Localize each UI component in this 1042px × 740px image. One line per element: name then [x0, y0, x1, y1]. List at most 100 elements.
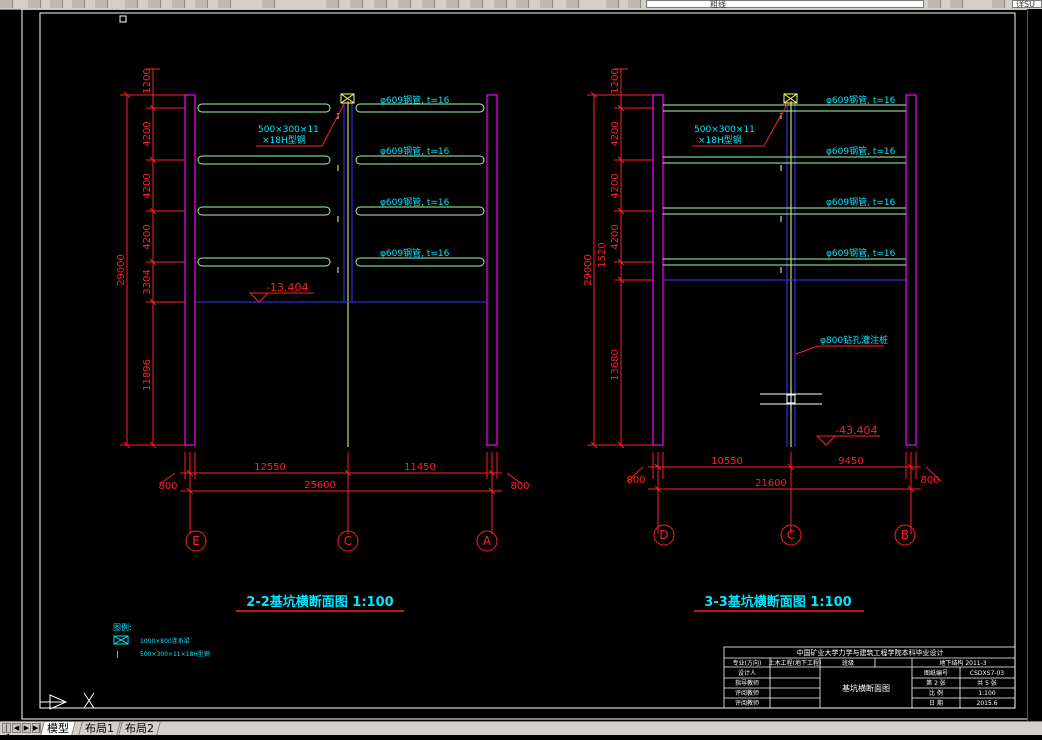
- tool-matchprop-icon[interactable]: [195, 0, 208, 8]
- strut: [197, 155, 331, 165]
- cursor-crosshair: [760, 387, 822, 411]
- tool-save-icon[interactable]: [50, 0, 63, 8]
- axis-label: A: [483, 534, 492, 548]
- layout-tabs: |◀ ◀ ▶ ▶| 模型 布局1 布局2: [0, 721, 1042, 740]
- tab-model-label: 模型: [47, 722, 69, 735]
- strut-label: φ609钢管, t=16: [826, 145, 896, 157]
- strut-label: φ609钢管, t=16: [826, 247, 896, 259]
- dim-total-height: 29000: [116, 254, 127, 286]
- tool-layer-manager-icon[interactable]: [606, 0, 619, 8]
- tool-markup-icon[interactable]: [516, 0, 529, 8]
- tb-v2: 共 5 张: [977, 679, 997, 687]
- dim-level: 4200: [610, 224, 621, 249]
- tool-redo-icon[interactable]: [262, 0, 275, 8]
- h-beam-icon: I: [116, 650, 119, 661]
- struts-left: [197, 103, 485, 267]
- beam-label-line1: 500×300×11: [694, 125, 755, 135]
- section-2-2: φ609钢管, t=16 φ609钢管, t=16 φ609钢管, t=16 φ…: [116, 68, 530, 612]
- strut: [355, 257, 485, 267]
- tb-v4: 2015.6: [977, 700, 998, 707]
- tool-properties-icon[interactable]: [422, 0, 435, 8]
- strut-label: φ609钢管, t=16: [826, 94, 896, 106]
- tool-toolpalette-icon[interactable]: [470, 0, 483, 8]
- ucs-icon: [40, 692, 95, 710]
- diaphragm-wall-left: [184, 94, 196, 446]
- strut-label: φ609钢管, t=16: [380, 247, 450, 259]
- style-combo[interactable]: 详SU: [1012, 0, 1042, 9]
- dim-edge-right: 800: [920, 475, 939, 486]
- tab-layout1[interactable]: 布局1: [78, 722, 121, 735]
- layer-combo[interactable]: 粗线: [646, 0, 924, 9]
- tool-style-icon[interactable]: [992, 0, 1005, 8]
- tab-model[interactable]: 模型: [40, 722, 76, 735]
- elevation-marker: [815, 435, 837, 446]
- tool-copy-icon[interactable]: [148, 0, 161, 8]
- sheet-outer-frame: [21, 9, 1028, 720]
- tool-open-icon[interactable]: [28, 0, 41, 8]
- tb-major-label: 专业(方向): [733, 659, 762, 667]
- tool-designcenter-icon[interactable]: [446, 0, 459, 8]
- tool-calculator-icon[interactable]: [540, 0, 553, 8]
- axis-label: C: [344, 534, 352, 548]
- dim-edge-left: 800: [626, 475, 645, 486]
- tab-first-button[interactable]: |◀: [2, 723, 11, 740]
- style-combo-value: 详SU: [1016, 0, 1035, 9]
- tool-undo-icon[interactable]: [218, 0, 231, 8]
- elevation-label: -13.404: [266, 281, 308, 294]
- strut: [355, 155, 485, 165]
- diaphragm-wall-right: [486, 94, 498, 446]
- dim-level: 4200: [142, 121, 153, 146]
- diaphragm-wall-left: [652, 94, 664, 446]
- tool-zoom-window-icon[interactable]: [374, 0, 387, 8]
- tool-zoom-previous-icon[interactable]: [398, 0, 411, 8]
- dim-lower-depth: 11896: [142, 359, 153, 391]
- pile-leader: [795, 345, 884, 355]
- strut-label: φ609钢管, t=16: [380, 94, 450, 106]
- legend: 图例: 1000×800连系梁 I 500×300×11×18H型钢: [113, 622, 210, 661]
- tb-designer: 设计人: [738, 669, 756, 677]
- strut: [197, 103, 331, 113]
- drawing-canvas[interactable]: φ609钢管, t=16 φ609钢管, t=16 φ609钢管, t=16 φ…: [0, 9, 1028, 721]
- dim-level: 4200: [610, 173, 621, 198]
- tool-make-current-icon[interactable]: [928, 0, 941, 8]
- tool-new-icon[interactable]: [0, 0, 13, 8]
- beam-label-line1: 500×300×11: [258, 125, 319, 135]
- tool-help-icon[interactable]: [566, 0, 579, 8]
- grip-square[interactable]: [119, 15, 127, 23]
- section-title: 2-2基坑横断面图 1:100: [246, 594, 393, 610]
- strut: [355, 206, 485, 216]
- tool-sheetset-icon[interactable]: [494, 0, 507, 8]
- tool-layer-state-icon[interactable]: [628, 0, 641, 8]
- tool-zoom-realtime-icon[interactable]: [350, 0, 363, 8]
- tool-paste-icon[interactable]: [172, 0, 185, 8]
- vertical-scrollbar[interactable]: [1027, 9, 1042, 721]
- legend-item1: 1000×800连系梁: [140, 637, 190, 645]
- dim-edge-left: 800: [158, 481, 177, 492]
- dim-span-total: 21600: [755, 478, 787, 489]
- dim-level: 4200: [610, 121, 621, 146]
- strut-label: φ609钢管, t=16: [380, 145, 450, 157]
- tool-print-icon[interactable]: [72, 0, 85, 8]
- sheet-inner-frame: [39, 12, 1016, 709]
- tab-next-button[interactable]: ▶: [22, 723, 31, 733]
- tool-layer-previous-icon[interactable]: [950, 0, 963, 8]
- beam-label-line2: ×18H型钢: [262, 134, 306, 146]
- dim-span-total: 25600: [304, 480, 336, 491]
- tb-drawing-name: 基坑横断面图: [842, 683, 890, 693]
- tool-preview-icon[interactable]: [95, 0, 108, 8]
- dim-level: 1200: [610, 68, 621, 93]
- tab-prev-button[interactable]: ◀: [12, 723, 21, 733]
- tab-layout2[interactable]: 布局2: [118, 722, 161, 735]
- tool-cut-icon[interactable]: [125, 0, 138, 8]
- dim-level: 1520: [597, 242, 608, 267]
- dim-span-right: 9450: [838, 456, 863, 467]
- tab-last-button[interactable]: ▶|: [32, 723, 41, 733]
- dim-level: 4200: [142, 224, 153, 249]
- horizontal-dimensions: [159, 452, 523, 534]
- tb-reviewer2: 评阅教师: [735, 699, 759, 707]
- tb-v1: CSDXS7-03: [970, 670, 1004, 677]
- dim-level: 1200: [142, 68, 153, 93]
- tool-pan-icon[interactable]: [326, 0, 339, 8]
- dim-span-left: 12550: [254, 462, 286, 473]
- axis-label: E: [192, 534, 200, 548]
